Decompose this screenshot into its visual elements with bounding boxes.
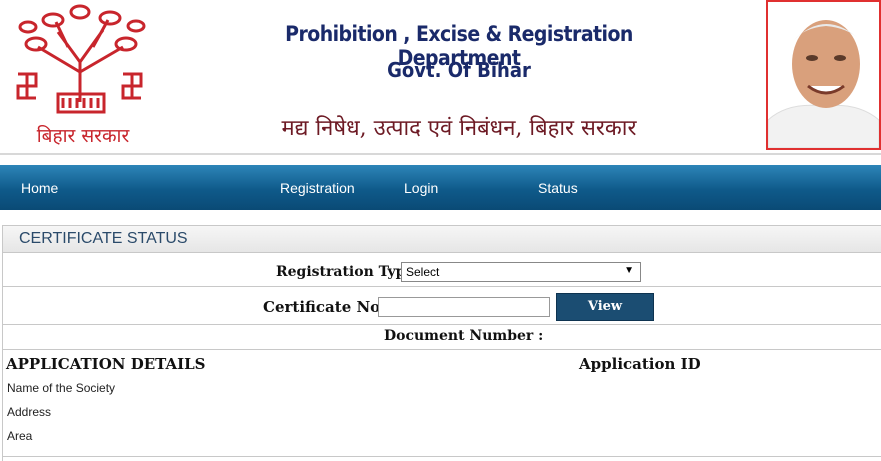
registration-type-select[interactable]: Select ▼ [401, 262, 641, 282]
certificate-no-label: Certificate No : [263, 298, 391, 316]
chief-minister-photo [766, 0, 881, 150]
nav-status[interactable]: Status [538, 180, 578, 196]
bihar-govt-logo: बिहार सरकार [8, 2, 158, 150]
registration-type-value: Select [406, 265, 440, 279]
dropdown-arrow-icon: ▼ [624, 265, 634, 276]
application-details-heading: APPLICATION DETAILS [6, 355, 206, 373]
registration-type-row: Registration Type : Select ▼ [3, 256, 881, 287]
certificate-status-panel: CERTIFICATE STATUS Registration Type : S… [2, 225, 881, 461]
document-number-label: Document Number : [384, 328, 544, 344]
panel-header: CERTIFICATE STATUS [3, 226, 881, 253]
department-subtitle: Govt. Of Bihar [387, 58, 531, 82]
certificate-no-row: Certificate No : View [3, 290, 881, 325]
society-name-label: Name of the Society [7, 381, 116, 395]
header-divider [0, 153, 881, 155]
panel-divider [3, 456, 881, 457]
address-label: Address [7, 405, 52, 419]
certificate-no-input[interactable] [378, 297, 550, 317]
nav-home[interactable]: Home [21, 180, 58, 196]
main-nav: Home Registration Login Status [0, 165, 881, 210]
area-label: Area [7, 429, 33, 443]
document-number-row: Document Number : [3, 324, 881, 350]
nav-login[interactable]: Login [404, 180, 438, 196]
logo-text: बिहार सरकार [37, 124, 131, 147]
panel-title: CERTIFICATE STATUS [19, 230, 188, 247]
nav-registration[interactable]: Registration [280, 180, 355, 196]
site-header: बिहार सरकार Prohibition , Excise & Regis… [0, 0, 881, 155]
application-id-label: Application ID [579, 355, 701, 373]
view-button[interactable]: View [556, 293, 654, 321]
department-title-hindi: मद्य निषेध, उत्पाद एवं निबंधन, बिहार सरक… [281, 116, 637, 141]
